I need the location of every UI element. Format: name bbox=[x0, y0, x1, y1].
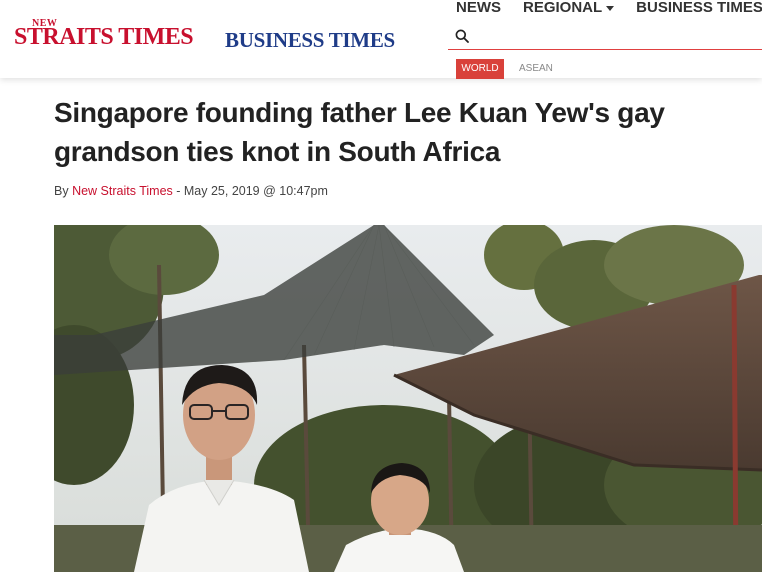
business-times-logo[interactable]: BUSINESS TIMES bbox=[225, 27, 395, 53]
nav-regional[interactable]: REGIONAL bbox=[523, 0, 615, 18]
tab-world[interactable]: WORLD bbox=[456, 59, 504, 79]
search-icon[interactable] bbox=[455, 29, 469, 43]
logo-new-text: NEW bbox=[32, 18, 58, 29]
byline-prefix: By bbox=[54, 184, 73, 198]
article-photo[interactable] bbox=[54, 225, 762, 572]
nav-regional-label: REGIONAL bbox=[523, 0, 603, 16]
byline-author-link[interactable]: New Straits Times bbox=[72, 184, 173, 198]
search-bar bbox=[448, 24, 762, 50]
nst-logo[interactable]: NEW STRAITS TIMES bbox=[14, 18, 194, 52]
nav-news-label: NEWS bbox=[456, 0, 501, 16]
article-byline: By New Straits Times - May 25, 2019 @ 10… bbox=[54, 184, 328, 198]
nav-business-times-label: BUSINESS TIMES bbox=[636, 0, 762, 16]
nav-business-times[interactable]: BUSINESS TIMES bbox=[636, 0, 762, 18]
wedding-photo-illustration bbox=[54, 225, 762, 572]
site-header: NEW STRAITS TIMES BUSINESS TIMES NEWS RE… bbox=[0, 0, 762, 79]
byline-date: - May 25, 2019 @ 10:47pm bbox=[172, 184, 328, 198]
section-tabs: WORLD ASEAN bbox=[456, 59, 568, 79]
search-input[interactable] bbox=[476, 26, 760, 48]
caret-down-icon bbox=[606, 5, 615, 11]
main-nav: NEWS REGIONAL BUSINESS TIMES bbox=[456, 0, 762, 18]
tab-asean[interactable]: ASEAN bbox=[504, 59, 568, 79]
nav-news[interactable]: NEWS bbox=[456, 0, 501, 18]
article-headline: Singapore founding father Lee Kuan Yew's… bbox=[54, 97, 665, 167]
